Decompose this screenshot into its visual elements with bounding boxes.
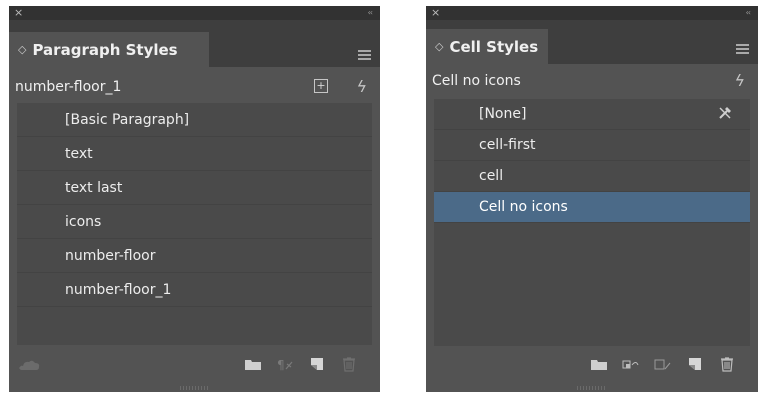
delete-trash-icon[interactable] (340, 356, 358, 372)
list-item[interactable]: text (17, 137, 372, 171)
tab-strip: ◇ Cell Styles (426, 20, 758, 64)
map-styles-icon[interactable] (622, 356, 640, 372)
panel-menu-icon[interactable] (358, 50, 371, 62)
cell-styles-panel: × ‹‹ ◇ Cell Styles Cell no icons ϟ [None… (426, 6, 758, 392)
list-item[interactable]: cell-first (434, 130, 750, 161)
list-item[interactable]: text last (17, 171, 372, 205)
panel-footer (426, 346, 758, 392)
current-style-row: Cell no icons ϟ (426, 66, 758, 96)
style-list: [None] cell-first cell Cell no icons (434, 99, 750, 349)
list-item[interactable]: cell (434, 161, 750, 192)
list-item-label: Cell no icons (479, 199, 568, 215)
folder-icon[interactable] (244, 356, 262, 372)
svg-text:¶: ¶ (277, 358, 285, 372)
new-style-icon[interactable] (308, 356, 326, 372)
resize-grip[interactable] (179, 386, 210, 390)
new-style-icon[interactable] (686, 356, 704, 372)
folder-icon[interactable] (590, 356, 608, 372)
current-style-row: number-floor_1 + ϟ (9, 72, 380, 102)
tab-strip: ◇ Paragraph Styles (9, 20, 380, 67)
expand-arrows-icon: ◇ (18, 43, 27, 56)
list-item[interactable]: number-floor (17, 239, 372, 273)
panel-footer: ¶ (9, 346, 380, 392)
no-edit-pencil-icon (719, 107, 731, 119)
tab-paragraph-styles[interactable]: ◇ Paragraph Styles (9, 32, 209, 67)
collapse-button[interactable]: ‹‹ (368, 6, 374, 20)
list-item-label: text last (65, 179, 123, 196)
list-item[interactable]: [None] (434, 99, 750, 130)
list-item-selected[interactable]: Cell no icons (434, 192, 750, 223)
style-list: [Basic Paragraph] text text last icons n… (17, 103, 372, 345)
tab-title: Paragraph Styles (32, 40, 178, 59)
footer-toolbar: ¶ (244, 356, 358, 372)
quick-apply-icon[interactable]: ϟ (734, 66, 745, 96)
list-item-label: [None] (479, 106, 527, 122)
panel-titlebar: × ‹‹ (9, 6, 380, 20)
create-new-style-icon[interactable]: + (314, 79, 328, 93)
current-style-name: number-floor_1 (15, 79, 122, 95)
resize-grip[interactable] (577, 386, 607, 390)
list-item-label: icons (65, 213, 102, 230)
list-item-label: cell (479, 168, 504, 184)
close-button[interactable]: × (14, 6, 23, 20)
clear-overrides-icon[interactable] (654, 356, 672, 372)
paragraph-styles-panel: × ‹‹ ◇ Paragraph Styles number-floor_1 +… (9, 6, 380, 392)
delete-trash-icon[interactable] (718, 356, 736, 372)
current-style-name: Cell no icons (432, 73, 521, 89)
panel-menu-icon[interactable] (736, 44, 749, 56)
list-item-label: [Basic Paragraph] (65, 111, 190, 128)
list-item[interactable]: icons (17, 205, 372, 239)
list-item-label: number-floor_1 (65, 281, 172, 298)
list-item-label: cell-first (479, 137, 536, 153)
panel-titlebar: × ‹‹ (426, 6, 758, 20)
list-item[interactable]: number-floor_1 (17, 273, 372, 307)
close-button[interactable]: × (431, 6, 440, 20)
clear-overrides-icon[interactable]: ¶ (276, 356, 294, 372)
list-item[interactable]: [Basic Paragraph] (17, 103, 372, 137)
tab-title: Cell Styles (449, 37, 539, 56)
list-item-label: text (65, 145, 93, 162)
footer-toolbar (590, 356, 736, 372)
tab-cell-styles[interactable]: ◇ Cell Styles (426, 29, 548, 64)
collapse-button[interactable]: ‹‹ (746, 6, 752, 20)
list-item-label: number-floor (65, 247, 156, 264)
expand-arrows-icon: ◇ (435, 40, 444, 53)
quick-apply-icon[interactable]: ϟ (356, 72, 367, 102)
cc-library-cloud-icon[interactable] (19, 358, 41, 372)
